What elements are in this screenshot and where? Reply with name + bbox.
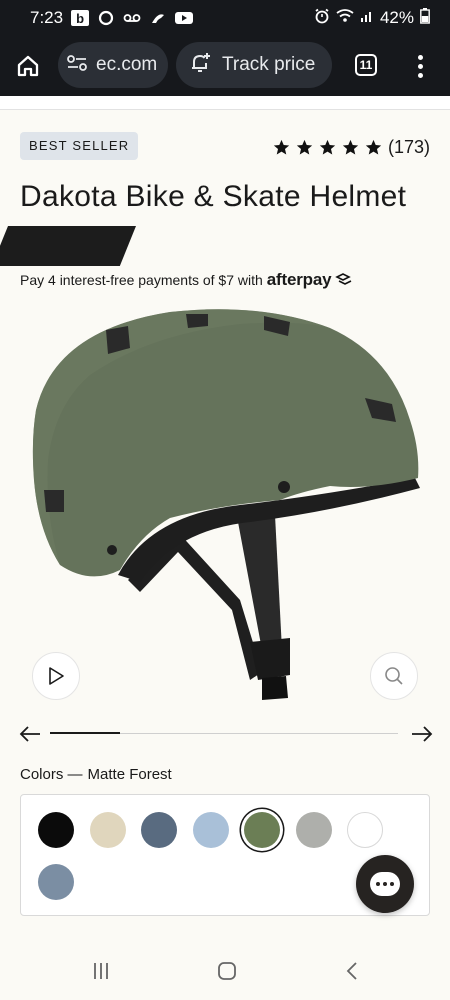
next-image-button[interactable] xyxy=(410,722,434,746)
afterpay-logo: afterpay xyxy=(266,270,332,289)
zoom-button[interactable] xyxy=(370,652,418,700)
status-time: 7:23 xyxy=(30,8,64,27)
overflow-menu-icon[interactable] xyxy=(410,50,430,82)
battery-level: 42% xyxy=(379,8,414,27)
track-price-label: Track price xyxy=(222,54,316,75)
track-price-button[interactable]: Track price xyxy=(176,42,332,88)
alarm-icon xyxy=(314,8,330,29)
arrow-right-icon xyxy=(412,726,433,742)
star-icon xyxy=(296,139,313,154)
arrow-left-icon xyxy=(19,726,40,742)
star-icon xyxy=(319,139,336,154)
browser-toolbar: ec.com Track price 11 xyxy=(0,36,450,96)
color-swatch[interactable] xyxy=(192,812,229,848)
play-video-button[interactable] xyxy=(32,652,80,700)
gallery-progress-fill xyxy=(50,732,120,734)
colors-label: Colors — Matte Forest xyxy=(20,766,172,783)
battery-icon xyxy=(420,7,430,29)
chat-button[interactable] xyxy=(356,855,414,913)
previous-image-button[interactable] xyxy=(18,722,42,746)
product-title: Dakota Bike & Skate Helmet xyxy=(20,180,407,213)
rating[interactable]: (173) xyxy=(273,134,430,160)
tab-switcher-button[interactable]: 11 xyxy=(355,54,377,76)
best-seller-badge: BEST SELLER xyxy=(20,132,139,160)
home-button[interactable] xyxy=(12,50,44,82)
status-left: 7:23 b xyxy=(30,8,194,28)
system-nav-bar xyxy=(0,940,450,1000)
color-swatch[interactable] xyxy=(141,812,177,848)
site-settings-icon[interactable] xyxy=(66,54,88,77)
bell-add-icon xyxy=(188,51,212,80)
color-swatch[interactable] xyxy=(347,812,383,848)
rating-stars xyxy=(273,139,382,156)
recent-apps-icon xyxy=(94,963,108,979)
url-text[interactable]: ec.com xyxy=(96,54,157,76)
redacted-price xyxy=(0,226,136,266)
status-right: 42% xyxy=(314,7,430,29)
color-swatch[interactable] xyxy=(89,812,126,848)
color-swatch[interactable] xyxy=(295,812,332,848)
gallery-progress-track xyxy=(50,732,398,734)
afterpay-text: Pay 4 interest-free payments of $7 with xyxy=(20,272,263,288)
gallery-nav xyxy=(0,720,450,748)
color-swatch[interactable] xyxy=(244,812,280,848)
signal-icon xyxy=(360,8,374,28)
chat-icon xyxy=(370,872,400,896)
search-icon xyxy=(385,667,403,685)
color-swatch[interactable] xyxy=(38,864,74,900)
wifi-icon xyxy=(336,8,354,28)
review-count[interactable]: (173) xyxy=(388,137,430,158)
surf-icon xyxy=(149,10,167,26)
afterpay-message[interactable]: Pay 4 interest-free payments of $7 with … xyxy=(20,270,353,290)
helmet-image xyxy=(32,309,420,700)
color-swatch[interactable] xyxy=(38,812,74,848)
star-icon xyxy=(273,139,290,154)
afterpay-arrows-icon xyxy=(335,272,353,289)
b-icon: b xyxy=(71,10,90,26)
back-button[interactable] xyxy=(338,958,368,984)
youtube-icon xyxy=(175,10,194,26)
back-icon xyxy=(346,962,357,980)
status-bar: 7:23 b 42% xyxy=(0,0,450,36)
voicemail-icon xyxy=(123,10,141,26)
url-bar[interactable]: ec.com xyxy=(58,42,168,88)
home-icon xyxy=(17,55,39,77)
selected-color-name: Matte Forest xyxy=(87,766,172,783)
star-icon xyxy=(342,139,359,154)
recent-apps-button[interactable] xyxy=(86,958,116,984)
page-top-strip xyxy=(0,96,450,110)
colors-heading: Colors — xyxy=(20,766,83,783)
product-image[interactable] xyxy=(0,300,450,710)
play-icon xyxy=(49,667,64,685)
star-icon xyxy=(365,139,382,154)
home-nav-icon xyxy=(218,962,236,980)
circle-icon xyxy=(97,10,115,26)
home-nav-button[interactable] xyxy=(212,958,242,984)
